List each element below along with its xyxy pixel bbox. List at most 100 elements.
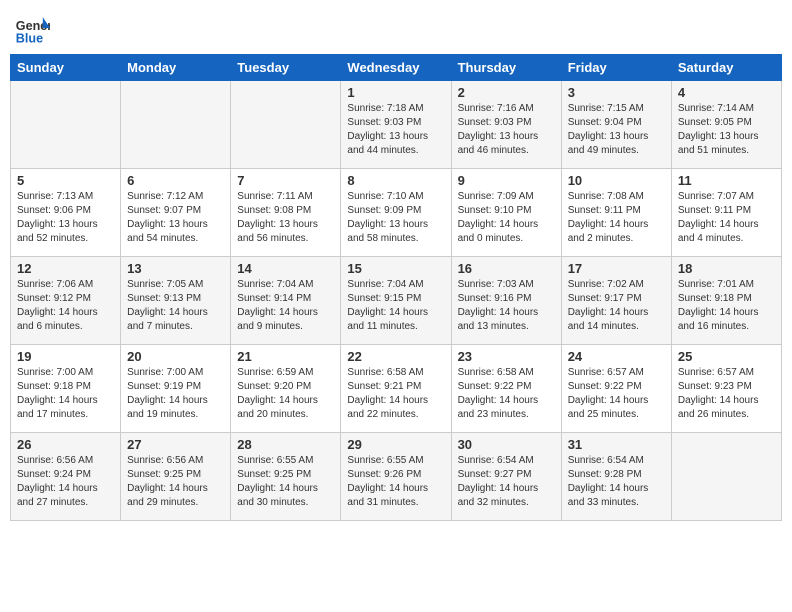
day-number: 15: [347, 261, 444, 276]
day-info: Sunrise: 7:00 AM Sunset: 9:19 PM Dayligh…: [127, 366, 224, 422]
day-cell: 13 Sunrise: 7:05 AM Sunset: 9:13 PM Dayli…: [121, 257, 231, 345]
day-cell: 18Sunrise: 7:01 AM Sunset: 9:18 PM Dayli…: [671, 257, 781, 345]
day-cell: 17 Sunrise: 7:02 AM Sunset: 9:17 PM Dayli…: [561, 257, 671, 345]
day-number: 26: [17, 437, 114, 452]
weekday-header-wednesday: Wednesday: [341, 55, 451, 81]
week-row-2: 5Sunrise: 7:13 AM Sunset: 9:06 PM Daylig…: [11, 169, 782, 257]
day-info: Sunrise: 6:57 AM Sunset: 9:23 PM Dayligh…: [678, 366, 775, 422]
day-cell: 24 Sunrise: 6:57 AM Sunset: 9:22 PM Dayli…: [561, 345, 671, 433]
day-cell: 14Sunrise: 7:04 AM Sunset: 9:14 PM Dayli…: [231, 257, 341, 345]
day-info: Sunrise: 7:00 AM Sunset: 9:18 PM Dayligh…: [17, 366, 114, 422]
day-number: 31: [568, 437, 665, 452]
day-number: 14: [237, 261, 334, 276]
day-number: 16: [458, 261, 555, 276]
day-info: Sunrise: 7:06 AM Sunset: 9:12 PM Dayligh…: [17, 278, 114, 334]
day-number: 8: [347, 173, 444, 188]
day-cell: [11, 81, 121, 169]
page-header: General Blue: [10, 10, 782, 46]
day-cell: 29 Sunrise: 6:55 AM Sunset: 9:26 PM Dayli…: [341, 433, 451, 521]
day-number: 5: [17, 173, 114, 188]
svg-text:Blue: Blue: [16, 31, 43, 45]
day-cell: 22Sunrise: 6:58 AM Sunset: 9:21 PM Dayli…: [341, 345, 451, 433]
day-info: Sunrise: 6:56 AM Sunset: 9:25 PM Dayligh…: [127, 454, 224, 510]
week-row-3: 12Sunrise: 7:06 AM Sunset: 9:12 PM Dayli…: [11, 257, 782, 345]
day-info: Sunrise: 7:18 AM Sunset: 9:03 PM Dayligh…: [347, 102, 444, 158]
day-cell: 8 Sunrise: 7:10 AM Sunset: 9:09 PM Daylig…: [341, 169, 451, 257]
day-cell: 26 Sunrise: 6:56 AM Sunset: 9:24 PM Dayli…: [11, 433, 121, 521]
day-cell: 9Sunrise: 7:09 AM Sunset: 9:10 PM Daylig…: [451, 169, 561, 257]
day-info: Sunrise: 7:04 AM Sunset: 9:15 PM Dayligh…: [347, 278, 444, 334]
day-number: 24: [568, 349, 665, 364]
day-cell: [671, 433, 781, 521]
day-cell: 25 Sunrise: 6:57 AM Sunset: 9:23 PM Dayli…: [671, 345, 781, 433]
day-number: 3: [568, 85, 665, 100]
day-number: 6: [127, 173, 224, 188]
day-number: 21: [237, 349, 334, 364]
day-cell: 11 Sunrise: 7:07 AM Sunset: 9:11 PM Dayli…: [671, 169, 781, 257]
day-number: 4: [678, 85, 775, 100]
day-number: 30: [458, 437, 555, 452]
day-number: 28: [237, 437, 334, 452]
day-number: 10: [568, 173, 665, 188]
day-number: 7: [237, 173, 334, 188]
day-info: Sunrise: 7:05 AM Sunset: 9:13 PM Dayligh…: [127, 278, 224, 334]
day-number: 27: [127, 437, 224, 452]
day-number: 11: [678, 173, 775, 188]
logo-icon: General Blue: [14, 10, 50, 46]
day-info: Sunrise: 7:02 AM Sunset: 9:17 PM Dayligh…: [568, 278, 665, 334]
day-cell: 20 Sunrise: 7:00 AM Sunset: 9:19 PM Dayli…: [121, 345, 231, 433]
day-number: 29: [347, 437, 444, 452]
day-cell: 19 Sunrise: 7:00 AM Sunset: 9:18 PM Dayli…: [11, 345, 121, 433]
day-info: Sunrise: 7:14 AM Sunset: 9:05 PM Dayligh…: [678, 102, 775, 158]
day-cell: 16Sunrise: 7:03 AM Sunset: 9:16 PM Dayli…: [451, 257, 561, 345]
day-info: Sunrise: 7:07 AM Sunset: 9:11 PM Dayligh…: [678, 190, 775, 246]
calendar-body: 1 Sunrise: 7:18 AM Sunset: 9:03 PM Daylig…: [11, 81, 782, 521]
day-info: Sunrise: 7:10 AM Sunset: 9:09 PM Dayligh…: [347, 190, 444, 246]
logo: General Blue: [14, 10, 54, 46]
weekday-header-monday: Monday: [121, 55, 231, 81]
day-cell: 27 Sunrise: 6:56 AM Sunset: 9:25 PM Dayli…: [121, 433, 231, 521]
day-number: 18: [678, 261, 775, 276]
day-info: Sunrise: 7:09 AM Sunset: 9:10 PM Dayligh…: [458, 190, 555, 246]
day-cell: 12Sunrise: 7:06 AM Sunset: 9:12 PM Dayli…: [11, 257, 121, 345]
day-info: Sunrise: 6:57 AM Sunset: 9:22 PM Dayligh…: [568, 366, 665, 422]
day-cell: 23Sunrise: 6:58 AM Sunset: 9:22 PM Dayli…: [451, 345, 561, 433]
weekday-header-tuesday: Tuesday: [231, 55, 341, 81]
weekday-header-friday: Friday: [561, 55, 671, 81]
day-info: Sunrise: 7:16 AM Sunset: 9:03 PM Dayligh…: [458, 102, 555, 158]
day-number: 2: [458, 85, 555, 100]
day-cell: 28 Sunrise: 6:55 AM Sunset: 9:25 PM Dayli…: [231, 433, 341, 521]
day-info: Sunrise: 6:56 AM Sunset: 9:24 PM Dayligh…: [17, 454, 114, 510]
day-cell: 4 Sunrise: 7:14 AM Sunset: 9:05 PM Daylig…: [671, 81, 781, 169]
week-row-1: 1 Sunrise: 7:18 AM Sunset: 9:03 PM Daylig…: [11, 81, 782, 169]
day-cell: 3 Sunrise: 7:15 AM Sunset: 9:04 PM Daylig…: [561, 81, 671, 169]
day-cell: 21Sunrise: 6:59 AM Sunset: 9:20 PM Dayli…: [231, 345, 341, 433]
day-number: 25: [678, 349, 775, 364]
day-cell: 6 Sunrise: 7:12 AM Sunset: 9:07 PM Daylig…: [121, 169, 231, 257]
day-info: Sunrise: 7:11 AM Sunset: 9:08 PM Dayligh…: [237, 190, 334, 246]
week-row-4: 19 Sunrise: 7:00 AM Sunset: 9:18 PM Dayli…: [11, 345, 782, 433]
day-cell: 30 Sunrise: 6:54 AM Sunset: 9:27 PM Dayli…: [451, 433, 561, 521]
day-number: 17: [568, 261, 665, 276]
day-info: Sunrise: 6:55 AM Sunset: 9:25 PM Dayligh…: [237, 454, 334, 510]
calendar-table: SundayMondayTuesdayWednesdayThursdayFrid…: [10, 54, 782, 521]
weekday-header-sunday: Sunday: [11, 55, 121, 81]
weekday-header-row: SundayMondayTuesdayWednesdayThursdayFrid…: [11, 55, 782, 81]
day-cell: 7 Sunrise: 7:11 AM Sunset: 9:08 PM Daylig…: [231, 169, 341, 257]
day-cell: [121, 81, 231, 169]
day-number: 23: [458, 349, 555, 364]
day-number: 19: [17, 349, 114, 364]
day-number: 20: [127, 349, 224, 364]
day-info: Sunrise: 6:54 AM Sunset: 9:27 PM Dayligh…: [458, 454, 555, 510]
weekday-header-saturday: Saturday: [671, 55, 781, 81]
day-info: Sunrise: 7:15 AM Sunset: 9:04 PM Dayligh…: [568, 102, 665, 158]
day-cell: [231, 81, 341, 169]
day-info: Sunrise: 7:12 AM Sunset: 9:07 PM Dayligh…: [127, 190, 224, 246]
weekday-header-thursday: Thursday: [451, 55, 561, 81]
day-cell: 5Sunrise: 7:13 AM Sunset: 9:06 PM Daylig…: [11, 169, 121, 257]
day-info: Sunrise: 6:55 AM Sunset: 9:26 PM Dayligh…: [347, 454, 444, 510]
day-number: 13: [127, 261, 224, 276]
day-cell: 10Sunrise: 7:08 AM Sunset: 9:11 PM Dayli…: [561, 169, 671, 257]
day-number: 1: [347, 85, 444, 100]
day-cell: 15 Sunrise: 7:04 AM Sunset: 9:15 PM Dayli…: [341, 257, 451, 345]
